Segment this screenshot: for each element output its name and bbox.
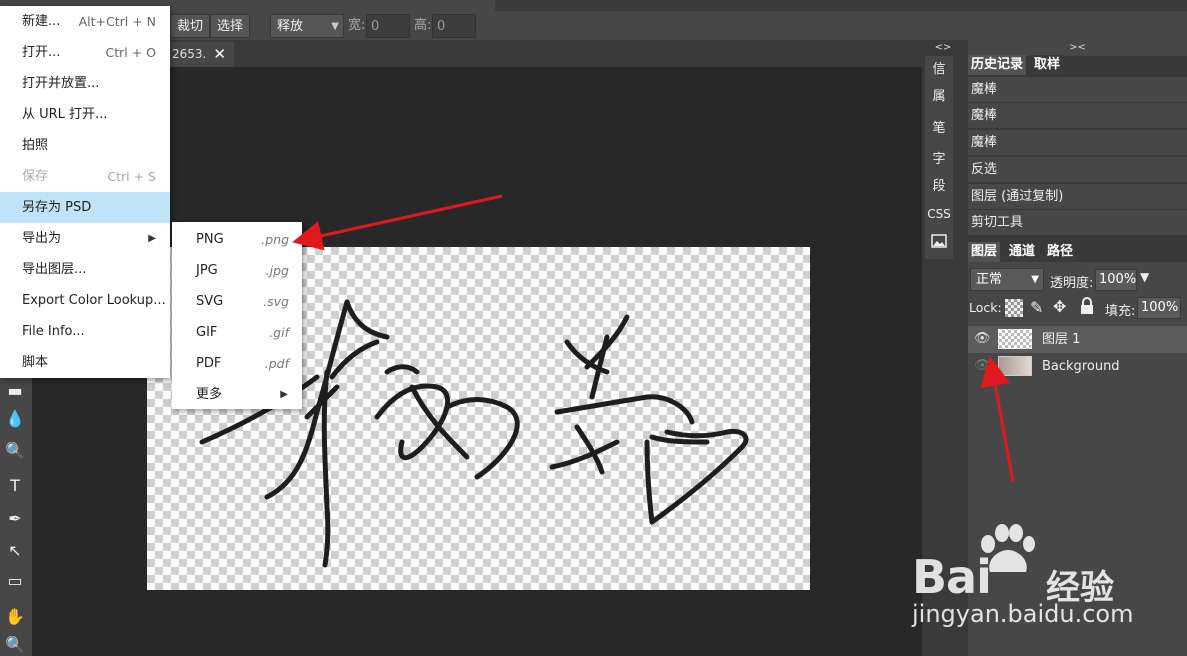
watermark-url: jingyan.baidu.com: [912, 600, 1134, 628]
arrow-to-layer: [980, 356, 1015, 483]
watermark-brand: Bai: [912, 550, 992, 604]
arrow-to-png: [292, 194, 503, 251]
watermark: Bai 经验 jingyan.baidu.com: [912, 524, 1172, 650]
